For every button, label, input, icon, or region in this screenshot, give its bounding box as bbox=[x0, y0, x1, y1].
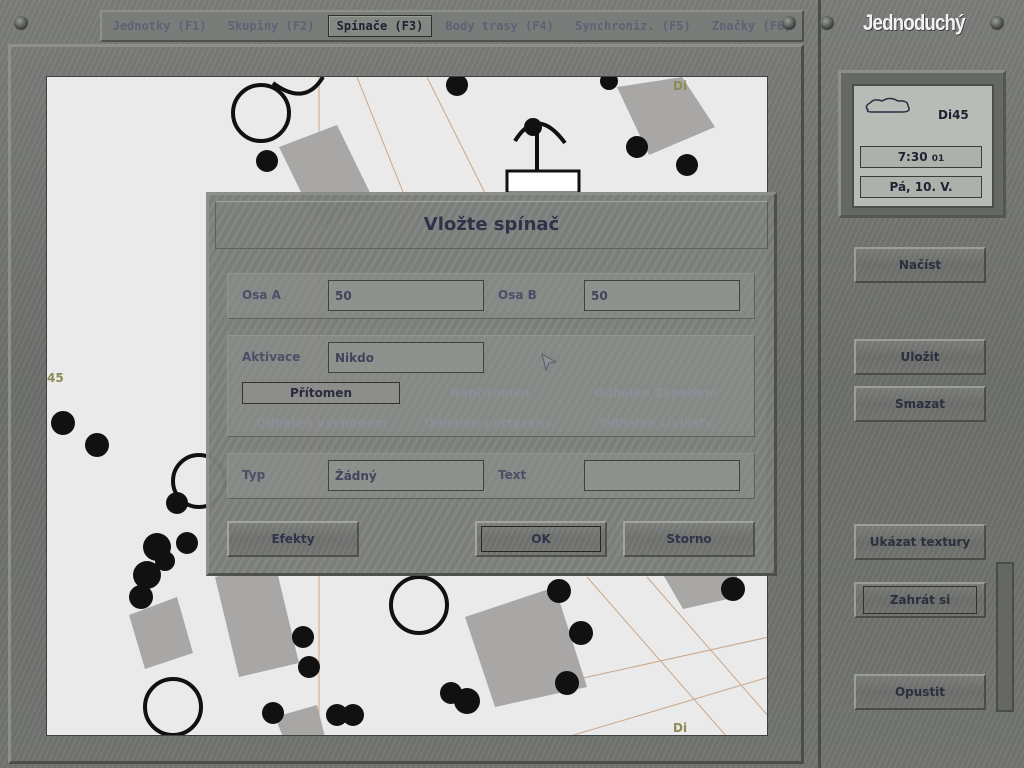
time-value: 7:30 bbox=[897, 150, 928, 164]
option-present[interactable]: Přítomen bbox=[242, 382, 400, 404]
axis-group: Osa A Osa B bbox=[227, 273, 755, 319]
insert-trigger-dialog: Vložte spínač Osa A Osa B Aktivace Příto… bbox=[206, 192, 777, 576]
type-group: Typ Text bbox=[227, 453, 755, 499]
load-button[interactable]: Načíst bbox=[854, 247, 986, 283]
map-grid-label-bottom: Di bbox=[673, 721, 688, 735]
play-button-label: Zahrát si bbox=[862, 586, 978, 614]
side-slider[interactable] bbox=[996, 562, 1014, 712]
show-textures-button[interactable]: Ukázat textury bbox=[854, 524, 986, 560]
unit-name: Di45 bbox=[938, 108, 969, 122]
dialog-title: Vložte spínač bbox=[215, 201, 768, 249]
text-input[interactable] bbox=[584, 460, 740, 491]
axis-a-label: Osa A bbox=[242, 288, 281, 302]
tab-triggers[interactable]: Spínače (F3) bbox=[327, 15, 433, 37]
effects-button[interactable]: Efekty bbox=[227, 521, 359, 557]
option-detected-by-partisans[interactable]: Odhalen partyzány bbox=[424, 416, 552, 430]
ok-button-label: OK bbox=[481, 526, 601, 552]
screw-icon bbox=[990, 16, 1004, 30]
activation-select[interactable] bbox=[328, 342, 484, 373]
screw-icon bbox=[782, 16, 796, 30]
tab-groups[interactable]: Skupiny (F2) bbox=[220, 16, 323, 36]
cancel-button-label: Storno bbox=[666, 532, 712, 546]
show-textures-button-label: Ukázat textury bbox=[869, 535, 971, 549]
axis-a-input[interactable] bbox=[328, 280, 484, 311]
delete-button-label: Smazat bbox=[894, 397, 946, 411]
option-not-present[interactable]: Nepřítomen bbox=[450, 386, 530, 400]
mode-title: Jednoduchý bbox=[863, 10, 965, 35]
option-detected-by-east[interactable]: Odhalen Východem bbox=[256, 416, 387, 430]
axis-b-input[interactable] bbox=[584, 280, 740, 311]
load-button-label: Načíst bbox=[898, 258, 942, 272]
option-detected-by-west[interactable]: Odhalen Západem bbox=[594, 386, 717, 400]
quit-button-label: Opustit bbox=[894, 685, 946, 699]
screw-icon bbox=[14, 16, 28, 30]
time-seconds: 01 bbox=[931, 154, 945, 164]
quit-button[interactable]: Opustit bbox=[854, 674, 986, 710]
save-button[interactable]: Uložit bbox=[854, 339, 986, 375]
map-grid-label-top: Di bbox=[673, 79, 688, 93]
screw-icon bbox=[820, 16, 834, 30]
ok-button[interactable]: OK bbox=[475, 521, 607, 557]
effects-button-label: Efekty bbox=[271, 532, 315, 546]
tab-waypoints[interactable]: Body trasy (F4) bbox=[438, 16, 562, 36]
tab-synchronization[interactable]: Synchroniz. (F5) bbox=[567, 16, 699, 36]
time-display: 7:30 01 bbox=[860, 146, 982, 168]
text-label: Text bbox=[498, 468, 527, 482]
type-select[interactable] bbox=[328, 460, 484, 491]
type-label: Typ bbox=[242, 468, 266, 482]
cancel-button[interactable]: Storno bbox=[623, 521, 755, 557]
option-detected-by-civilians[interactable]: Odhalen civilisty bbox=[600, 416, 713, 430]
delete-button[interactable]: Smazat bbox=[854, 386, 986, 422]
activation-label: Aktivace bbox=[242, 350, 301, 364]
save-button-label: Uložit bbox=[900, 350, 940, 364]
map-grid-label-left: 45 bbox=[47, 371, 64, 385]
date-display: Pá, 10. V. bbox=[860, 176, 982, 198]
tab-bar: Jednotky (F1) Skupiny (F2) Spínače (F3) … bbox=[100, 10, 804, 42]
activation-group: Aktivace Přítomen Nepřítomen Odhalen Záp… bbox=[227, 335, 755, 437]
axis-b-label: Osa B bbox=[498, 288, 537, 302]
cloud-icon bbox=[865, 97, 910, 113]
tab-units[interactable]: Jednotky (F1) bbox=[105, 16, 215, 36]
mouse-cursor-icon bbox=[541, 352, 558, 372]
trigger-symbol-icon[interactable] bbox=[505, 118, 581, 195]
play-button[interactable]: Zahrát si bbox=[854, 582, 986, 618]
